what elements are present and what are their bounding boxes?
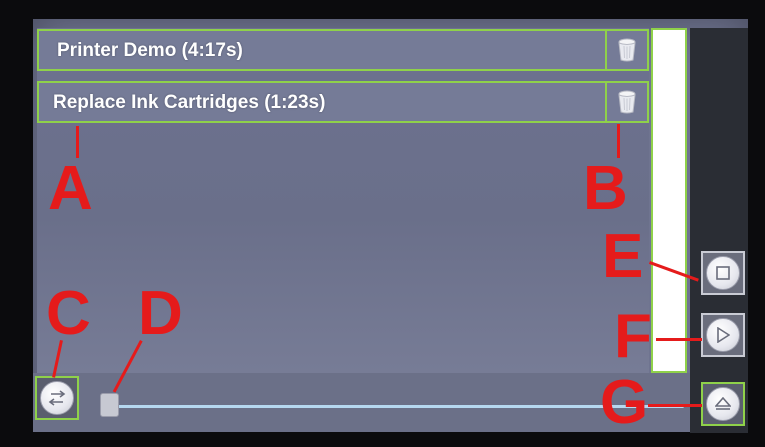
seek-track[interactable] <box>112 405 684 408</box>
play-triangle-icon <box>717 327 730 343</box>
playlist-item[interactable]: Printer Demo (4:17s) <box>37 29 649 71</box>
stop-square-icon <box>716 266 730 280</box>
callout-a: A <box>48 154 93 223</box>
trash-icon <box>618 90 636 114</box>
callout-b: B <box>583 154 628 223</box>
playlist-item-title: Printer Demo (4:17s) <box>57 40 243 61</box>
playlist-item-title: Replace Ink Cartridges (1:23s) <box>53 92 326 113</box>
callout-c: C <box>46 279 91 348</box>
playlist-area <box>37 28 649 373</box>
swap-button-face <box>40 381 74 415</box>
playlist-scrollbar[interactable] <box>651 28 687 373</box>
stop-button-face <box>706 256 740 290</box>
swap-arrows-icon <box>48 390 66 406</box>
control-strip <box>690 28 748 433</box>
eject-icon <box>715 397 731 410</box>
eject-button-face <box>706 387 740 421</box>
stop-button[interactable] <box>701 251 745 295</box>
play-button[interactable] <box>701 313 745 357</box>
callout-d: D <box>138 279 183 348</box>
transport-bar <box>33 373 690 432</box>
callout-b-leader <box>617 124 620 158</box>
callout-g: G <box>600 368 649 437</box>
callout-g-leader <box>648 404 702 407</box>
seek-handle[interactable] <box>100 393 119 417</box>
callout-f: F <box>614 302 652 371</box>
play-button-face <box>706 318 740 352</box>
delete-button[interactable] <box>605 29 647 71</box>
delete-button[interactable] <box>605 81 647 123</box>
trash-icon <box>618 38 636 62</box>
eject-button[interactable] <box>701 382 745 426</box>
playlist-item[interactable]: Replace Ink Cartridges (1:23s) <box>37 81 649 123</box>
swap-button[interactable] <box>35 376 79 420</box>
callout-e: E <box>602 222 644 291</box>
callout-f-leader <box>656 338 702 341</box>
